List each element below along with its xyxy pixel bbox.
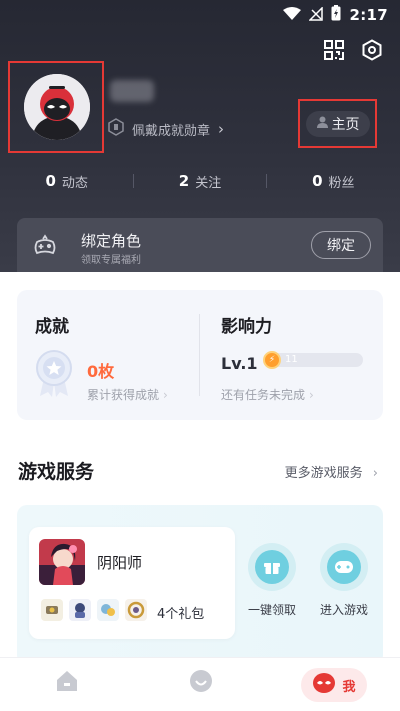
discover-icon: [188, 670, 214, 698]
bind-role-subtitle: 领取专属福利: [81, 255, 141, 266]
game-services-title: 游戏服务: [18, 461, 95, 483]
medal-icon: [32, 348, 76, 402]
bottom-nav: 我: [0, 657, 400, 711]
influence-desc: 还有任务未完成: [221, 388, 306, 402]
chevron-right-icon: ›: [163, 388, 168, 402]
homepage-button[interactable]: 主页: [306, 111, 370, 137]
claim-all-label: 一键领取: [247, 603, 296, 617]
homepage-highlight-box: 主页: [298, 99, 377, 148]
nav-me-label: 我: [342, 679, 356, 695]
person-icon: [316, 116, 328, 132]
more-game-services-label: 更多游戏服务: [284, 466, 363, 481]
me-icon: [312, 672, 336, 698]
bind-role-card[interactable]: 绑定角色 领取专属福利 绑定: [17, 218, 383, 272]
achievement-title: 成就: [35, 317, 69, 337]
bind-role-title: 绑定角色: [81, 232, 142, 250]
gamepad-icon: [327, 550, 361, 584]
influence-level: Lv.1: [221, 354, 258, 373]
wifi-icon: [283, 6, 302, 25]
stat-divider: [133, 174, 134, 188]
battery-icon: [331, 5, 341, 25]
influence-points: 11: [285, 354, 298, 365]
badge-text: 佩戴成就勋章: [132, 123, 211, 139]
stat-posts-label: 动态: [61, 175, 88, 191]
stat-posts[interactable]: 0 动态: [0, 168, 133, 194]
status-bar: 2:17: [0, 0, 400, 30]
stat-following-count: 2: [178, 172, 190, 190]
wear-badge-link[interactable]: 佩戴成就勋章 ›: [108, 118, 224, 140]
achievement-link[interactable]: 累计获得成就 ›: [87, 386, 168, 403]
game-name: 阴阳师: [97, 554, 143, 572]
card-divider: [199, 314, 200, 396]
nav-me[interactable]: 我: [301, 668, 367, 702]
home-icon: [54, 671, 80, 698]
enter-game-label: 进入游戏: [319, 603, 368, 617]
stat-following[interactable]: 2 关注: [133, 168, 266, 194]
stat-followers-label: 粉丝: [328, 175, 355, 191]
bind-button[interactable]: 绑定: [311, 231, 371, 259]
gift-item-icon: [125, 599, 147, 621]
avatar[interactable]: [24, 74, 90, 140]
claim-all-button[interactable]: 一键领取: [242, 543, 302, 618]
more-game-services-link[interactable]: 更多游戏服务 ›: [285, 462, 378, 481]
stat-followers[interactable]: 0 粉丝: [267, 168, 400, 194]
gift-box-icon: [255, 550, 289, 584]
stat-divider: [266, 174, 267, 188]
gift-icons: [41, 599, 147, 621]
nav-home[interactable]: [54, 668, 80, 698]
gift-item-icon: [69, 599, 91, 621]
profile-header: 2:17 佩戴成就勋章 › 主页 0 动态 2 关注 0 粉丝 绑定角色 领取专…: [0, 0, 400, 272]
gift-item-icon: [41, 599, 63, 621]
chevron-right-icon: ›: [309, 388, 314, 402]
stat-followers-count: 0: [312, 172, 323, 190]
medal-badge-icon: [108, 118, 124, 140]
achievement-card: 成就 影响力 0枚 累计获得成就 › Lv.1 ⚡ 11 还有任务未完成 ›: [17, 290, 383, 420]
stat-following-label: 关注: [195, 175, 222, 191]
avatar-highlight-box: [8, 61, 104, 153]
username-blurred: [110, 80, 154, 102]
nav-discover[interactable]: [188, 668, 214, 698]
settings-icon[interactable]: [360, 38, 384, 62]
gamepad-outline-icon: [33, 234, 57, 260]
gift-item-icon: [97, 599, 119, 621]
influence-title: 影响力: [221, 317, 272, 337]
lightning-icon: ⚡: [263, 351, 281, 369]
stats-row: 0 动态 2 关注 0 粉丝: [0, 168, 400, 194]
no-signal-icon: [308, 5, 324, 25]
qr-code-icon[interactable]: [322, 38, 346, 62]
game-services-panel: 阴阳师 4个礼包 一键领取 进入游戏: [17, 505, 383, 665]
influence-link[interactable]: 还有任务未完成 ›: [221, 386, 314, 403]
chevron-right-icon: ›: [372, 466, 378, 481]
achievement-desc: 累计获得成就: [87, 388, 160, 402]
game-thumbnail: [39, 539, 85, 585]
game-card[interactable]: 阴阳师 4个礼包: [29, 527, 235, 639]
chevron-right-icon: ›: [218, 120, 225, 138]
enter-game-button[interactable]: 进入游戏: [314, 543, 374, 618]
achievement-count: 0枚: [87, 362, 115, 381]
stat-posts-count: 0: [45, 172, 56, 190]
gift-count: 4个礼包: [157, 607, 205, 622]
status-time: 2:17: [349, 6, 388, 24]
homepage-label: 主页: [331, 117, 360, 133]
